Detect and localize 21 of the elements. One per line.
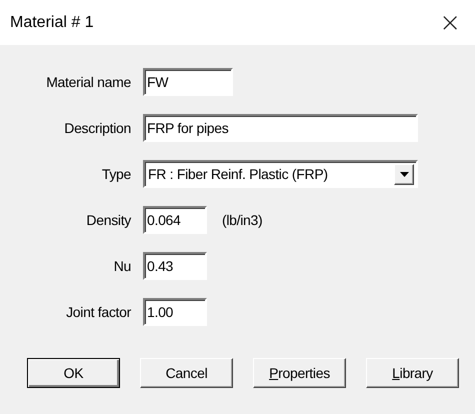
text-field[interactable]: 1.00: [143, 298, 207, 326]
text-field[interactable]: FRP for pipes: [143, 114, 418, 142]
caret-icon: [400, 172, 408, 176]
dialog-button[interactable]: Library: [366, 358, 459, 388]
dialog-button[interactable]: Cancel: [140, 358, 233, 388]
close-button[interactable]: ×: [435, 10, 465, 36]
text-field[interactable]: 0.43: [143, 252, 207, 280]
dropdown[interactable]: FR : Fiber Reinf. Plastic (FRP): [143, 160, 418, 188]
text-field[interactable]: 0.064: [143, 206, 207, 234]
dialog-button[interactable]: OK: [27, 358, 120, 388]
field-label: Description: [63, 120, 131, 136]
dialog-button[interactable]: Properties: [253, 358, 346, 388]
field-label: Nu: [112, 258, 131, 274]
field-label: Material name: [45, 74, 131, 90]
text-field[interactable]: FW: [143, 68, 233, 96]
dropdown-button[interactable]: [394, 164, 414, 184]
field-label: Joint factor: [65, 304, 131, 320]
field-label: Density: [85, 212, 131, 228]
field-label: Type: [100, 166, 131, 182]
unit-label: (lb/in3): [222, 212, 262, 228]
window-title: Material # 1: [10, 14, 94, 32]
